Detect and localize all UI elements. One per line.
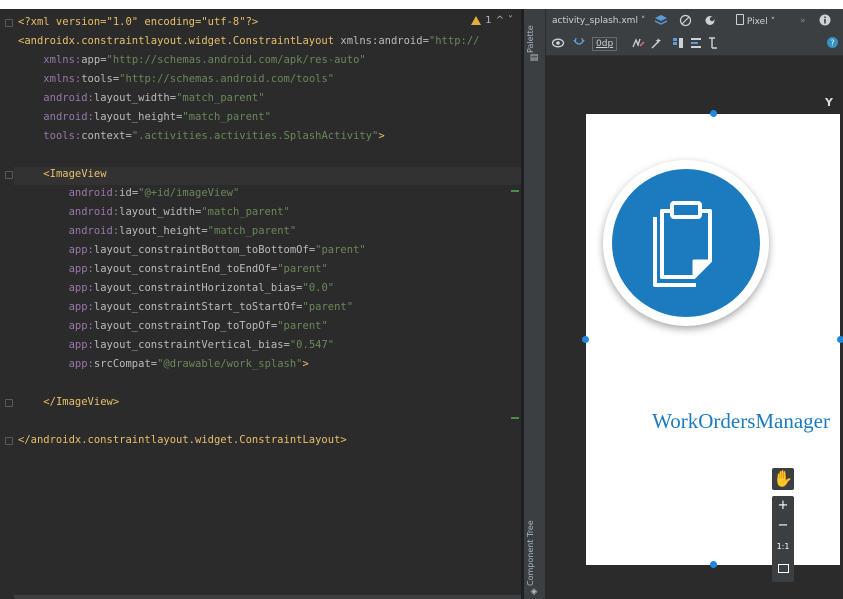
infer-constraints-icon[interactable] xyxy=(650,37,662,51)
resize-handle-bottom[interactable] xyxy=(710,561,717,568)
chevron-down-icon[interactable]: ˅ xyxy=(508,15,513,26)
info-icon[interactable] xyxy=(819,14,831,28)
code-line[interactable]: app:srcCompat="@drawable/work_splash"> xyxy=(18,355,309,373)
code-line[interactable]: tools:context=".activities.activities.Sp… xyxy=(18,127,384,145)
zoom-controls: + − 1:1 xyxy=(772,496,794,582)
fold-marker-icon[interactable] xyxy=(5,171,13,179)
code-line[interactable]: xmlns:tools="http://schemas.android.com/… xyxy=(18,70,334,88)
code-line[interactable]: android:layout_height="match_parent" xyxy=(18,108,271,126)
fold-marker-icon[interactable] xyxy=(5,19,13,27)
view-options-icon[interactable] xyxy=(551,37,566,51)
device-dropdown[interactable]: Pixel ˅ xyxy=(736,14,775,28)
autoconnect-icon[interactable] xyxy=(572,37,586,51)
component-tree-icon[interactable]: ◈ xyxy=(529,587,539,597)
resize-handle-right[interactable] xyxy=(837,336,843,343)
default-margin-button[interactable]: 0dp xyxy=(592,37,618,51)
palette-tab[interactable]: Palette xyxy=(526,19,542,53)
scroll-marker xyxy=(511,190,519,192)
theme-icon[interactable] xyxy=(704,14,717,28)
clear-constraints-icon[interactable] xyxy=(631,37,645,51)
code-line[interactable]: app:layout_constraintBottom_toBottomOf="… xyxy=(18,241,366,259)
warning-count: 1 xyxy=(485,14,492,26)
zoom-in-button[interactable]: + xyxy=(772,496,794,516)
code-line[interactable]: <androidx.constraintlayout.widget.Constr… xyxy=(18,32,479,50)
scroll-marker xyxy=(511,417,519,419)
component-tree-tab[interactable]: Component Tree xyxy=(526,520,542,586)
resize-handle-left[interactable] xyxy=(582,336,589,343)
layers-icon[interactable] xyxy=(654,14,668,28)
warning-icon xyxy=(471,15,482,25)
zoom-to-fit-button[interactable] xyxy=(772,558,794,578)
code-line[interactable]: </androidx.constraintlayout.widget.Const… xyxy=(18,431,347,449)
fold-marker-icon[interactable] xyxy=(5,399,13,407)
resize-handle-top[interactable] xyxy=(710,110,717,117)
code-line[interactable]: </ImageView> xyxy=(18,393,119,411)
horizontal-scrollbar[interactable] xyxy=(14,595,521,599)
app-name-text: WorkOrdersManager xyxy=(652,409,830,433)
window-top-strip xyxy=(0,0,843,9)
help-icon[interactable]: ? xyxy=(827,37,838,51)
overflow-icon[interactable]: » xyxy=(800,14,806,28)
file-dropdown[interactable]: activity_splash.xml ˅ xyxy=(552,14,645,28)
code-line[interactable]: android:layout_height="match_parent" xyxy=(18,222,297,240)
constraint-anchor-icon[interactable]: Y xyxy=(825,96,833,109)
editor-gutter xyxy=(0,9,14,599)
logo-circle xyxy=(612,169,760,317)
design-toolbar-top: activity_splash.xml ˅ Pixel ˅ » xyxy=(546,9,843,33)
phone-icon xyxy=(736,14,744,25)
code-line[interactable]: app:layout_constraintTop_toTopOf="parent… xyxy=(18,317,328,335)
code-line[interactable]: android:layout_width="match_parent" xyxy=(18,203,290,221)
file-dropdown-label: activity_splash.xml xyxy=(552,16,638,26)
code-line[interactable]: app:layout_constraintEnd_toEndOf="parent… xyxy=(18,260,328,278)
design-toolbar-bottom: 0dp ? xyxy=(546,33,843,56)
zoom-out-button[interactable]: − xyxy=(772,516,794,536)
code-line[interactable]: <?xml version="1.0" encoding="utf-8"?> xyxy=(18,13,258,31)
svg-text:?: ? xyxy=(830,39,834,48)
code-line[interactable]: app:layout_constraintHorizontal_bias="0.… xyxy=(18,279,335,297)
code-line[interactable]: <ImageView xyxy=(18,165,106,183)
palette-icon[interactable]: ▤ xyxy=(529,53,539,63)
pack-icon[interactable] xyxy=(672,37,684,51)
fit-screen-icon xyxy=(777,564,789,573)
chevron-up-icon[interactable]: ^ xyxy=(496,15,504,26)
orientation-icon[interactable] xyxy=(679,14,692,28)
clipboard-icon xyxy=(653,201,712,287)
splash-logo[interactable] xyxy=(603,160,769,326)
device-dropdown-label: Pixel xyxy=(746,17,768,27)
code-line[interactable]: app:layout_constraintStart_toStartOf="pa… xyxy=(18,298,354,316)
pan-button[interactable]: ✋ xyxy=(772,468,794,490)
xml-code-editor[interactable]: <?xml version="1.0" encoding="utf-8"?> <a… xyxy=(0,9,521,599)
layout-design-panel: activity_splash.xml ˅ Pixel ˅ » 0dp ? Y … xyxy=(546,9,843,599)
code-line[interactable]: xmlns:app="http://schemas.android.com/ap… xyxy=(18,51,365,69)
fold-marker-icon[interactable] xyxy=(5,437,13,445)
zoom-reset-button[interactable]: 1:1 xyxy=(772,536,794,558)
hand-icon: ✋ xyxy=(773,469,793,488)
code-line[interactable]: android:id="@+id/imageView" xyxy=(18,184,240,202)
design-canvas[interactable]: Y WorkOrdersManager ✋ + − 1:1 xyxy=(546,56,843,599)
device-preview[interactable]: WorkOrdersManager xyxy=(582,110,843,568)
code-line[interactable]: app:layout_constraintVertical_bias="0.54… xyxy=(18,336,335,354)
default-margin-value: 0dp xyxy=(596,39,614,49)
code-line[interactable]: android:layout_width="match_parent" xyxy=(18,89,264,107)
align-icon[interactable] xyxy=(690,37,702,51)
guidelines-icon[interactable] xyxy=(706,37,718,51)
tool-window-strip: ▤ Palette Component Tree ◈ xyxy=(524,9,546,599)
inspection-widget[interactable]: 1 ^ ˅ xyxy=(471,13,513,27)
